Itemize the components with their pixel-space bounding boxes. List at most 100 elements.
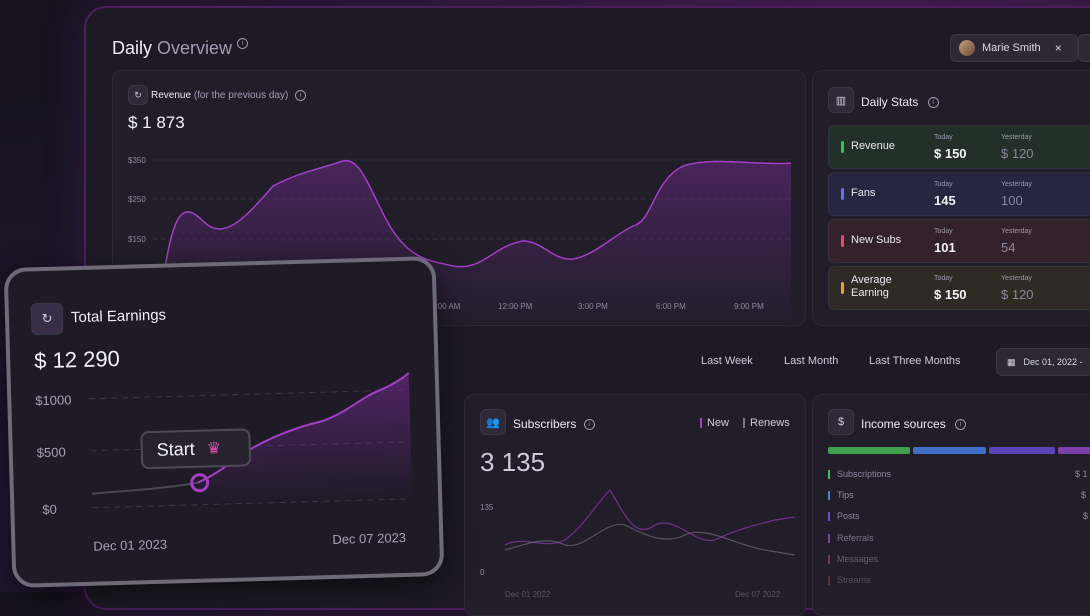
renews-series-line bbox=[504, 523, 796, 556]
x-tick: Dec 07 2023 bbox=[332, 530, 406, 547]
yesterday-label: Yesterday bbox=[1001, 134, 1032, 141]
info-icon[interactable]: i bbox=[927, 97, 939, 109]
info-icon[interactable]: i bbox=[955, 419, 967, 431]
page-title-light: Overview bbox=[157, 38, 233, 58]
today-value: $ 150 bbox=[934, 146, 967, 161]
chart-icon: ▥ bbox=[828, 87, 854, 113]
income-swatch bbox=[828, 555, 830, 565]
date-range-picker[interactable]: ▦ Dec 01, 2022 - bbox=[996, 348, 1090, 376]
gridline bbox=[89, 389, 407, 400]
stat-row-new-subs[interactable]: New Subs Today 101 Yesterday 54 bbox=[828, 219, 1090, 263]
stat-label: Average Earning bbox=[851, 274, 892, 299]
income-title: Income sources i bbox=[861, 417, 967, 431]
y-tick: $350 bbox=[128, 156, 146, 165]
y-tick: $0 bbox=[42, 502, 57, 517]
stat-row-fans[interactable]: Fans Today 145 Yesterday 100 bbox=[828, 172, 1090, 216]
income-swatch bbox=[828, 470, 830, 480]
income-label: Subscriptions bbox=[837, 469, 892, 479]
stat-row-average-earning[interactable]: Average Earning Today $ 150 Yesterday $ … bbox=[828, 266, 1090, 310]
yesterday-value: $ 120 bbox=[1001, 146, 1034, 161]
income-item: Referrals bbox=[828, 533, 874, 544]
dollar-icon: $ bbox=[828, 409, 854, 435]
stat-color-bar bbox=[841, 282, 844, 294]
y-tick: $500 bbox=[37, 444, 66, 460]
user-chip[interactable]: Marie Smith × bbox=[950, 34, 1078, 62]
stat-color-bar bbox=[841, 235, 844, 247]
calendar-icon: ▦ bbox=[1007, 356, 1016, 367]
stat-label: Revenue bbox=[851, 140, 896, 152]
yesterday-label: Yesterday bbox=[1001, 228, 1032, 235]
y-tick: $1000 bbox=[35, 392, 72, 408]
y-tick: 0 bbox=[480, 568, 485, 577]
info-icon[interactable]: i bbox=[237, 38, 249, 49]
income-distribution-bar bbox=[828, 447, 1090, 454]
today-value: 145 bbox=[934, 193, 956, 208]
stat-color-bar bbox=[841, 141, 844, 153]
x-tick: Dec 01 2023 bbox=[93, 537, 167, 554]
new-series-line bbox=[504, 489, 796, 546]
income-swatch bbox=[828, 534, 830, 544]
today-label: Today bbox=[934, 228, 953, 235]
settings-button[interactable] bbox=[1078, 34, 1090, 62]
total-earnings-card: ↻ Total Earnings $ 12 290 $1000 $500 $0 … bbox=[3, 256, 445, 588]
avatar bbox=[959, 40, 975, 56]
crown-icon: ♛ bbox=[206, 440, 222, 458]
stat-row-revenue[interactable]: Revenue Today $ 150 Yesterday $ 120 bbox=[828, 125, 1090, 169]
income-item: Posts bbox=[828, 511, 860, 522]
page-title-bold: Daily bbox=[112, 38, 153, 58]
date-range-text: Dec 01, 2022 - bbox=[1023, 357, 1083, 367]
range-last-month[interactable]: Last Month bbox=[784, 355, 838, 367]
today-label: Today bbox=[934, 275, 953, 282]
income-label: Referrals bbox=[837, 533, 874, 543]
income-label: Streams bbox=[837, 575, 871, 585]
income-value: $ 1 bbox=[1075, 469, 1088, 479]
segment-subscriptions bbox=[828, 447, 910, 454]
income-label: Messages bbox=[837, 554, 879, 564]
x-tick: 3:00 PM bbox=[578, 302, 608, 311]
income-swatch bbox=[828, 576, 830, 586]
total-earnings-chart: $1000 $500 $0 Dec 01 2023 Dec 07 2023 bbox=[35, 372, 413, 554]
income-item: Subscriptions bbox=[828, 469, 892, 480]
income-item: Messages bbox=[828, 554, 879, 565]
y-tick: $150 bbox=[128, 235, 146, 244]
today-label: Today bbox=[934, 134, 953, 141]
user-name: Marie Smith bbox=[982, 42, 1041, 54]
today-value: 101 bbox=[934, 240, 956, 255]
y-tick: $250 bbox=[128, 195, 146, 204]
page-title: Daily Overview i bbox=[112, 38, 249, 59]
daily-stats-title: Daily Stats i bbox=[861, 95, 939, 109]
range-last-week[interactable]: Last Week bbox=[701, 355, 753, 367]
income-swatch bbox=[828, 491, 830, 501]
yesterday-value: 100 bbox=[1001, 193, 1023, 208]
yesterday-value: $ 120 bbox=[1001, 287, 1034, 302]
x-tick: 12:00 PM bbox=[498, 302, 533, 311]
yesterday-value: 54 bbox=[1001, 240, 1016, 255]
range-last-three-months[interactable]: Last Three Months bbox=[869, 355, 961, 367]
close-icon[interactable]: × bbox=[1055, 41, 1062, 55]
today-value: $ 150 bbox=[934, 287, 967, 302]
segment-referrals bbox=[1057, 447, 1090, 454]
x-tick: Dec 01 2022 bbox=[505, 590, 551, 599]
start-tooltip: Start ♛ bbox=[140, 428, 252, 470]
income-item: Streams bbox=[828, 575, 871, 586]
stat-color-bar bbox=[841, 188, 844, 200]
y-tick: 135 bbox=[480, 503, 494, 512]
segment-posts bbox=[988, 447, 1055, 454]
subscribers-chart: 135 0 Dec 01 2022 Dec 07 2022 bbox=[480, 489, 796, 599]
income-swatch bbox=[828, 512, 830, 522]
stat-label: New Subs bbox=[851, 234, 902, 246]
earnings-line-before-start bbox=[91, 481, 198, 495]
start-label: Start bbox=[156, 438, 196, 460]
segment-tips bbox=[912, 447, 986, 454]
today-label: Today bbox=[934, 181, 953, 188]
yesterday-label: Yesterday bbox=[1001, 181, 1032, 188]
yesterday-label: Yesterday bbox=[1001, 275, 1032, 282]
subscribers-card: 👥 Subscribers i New Renews 3 135 135 0 D… bbox=[464, 394, 806, 616]
income-title-text: Income sources bbox=[861, 417, 946, 431]
income-value: $ bbox=[1083, 511, 1089, 521]
daily-stats-title-text: Daily Stats bbox=[861, 95, 919, 109]
income-label: Tips bbox=[837, 490, 854, 500]
x-tick: 9:00 PM bbox=[734, 302, 764, 311]
x-tick: Dec 07 2022 bbox=[735, 590, 781, 599]
income-label: Posts bbox=[837, 511, 860, 521]
